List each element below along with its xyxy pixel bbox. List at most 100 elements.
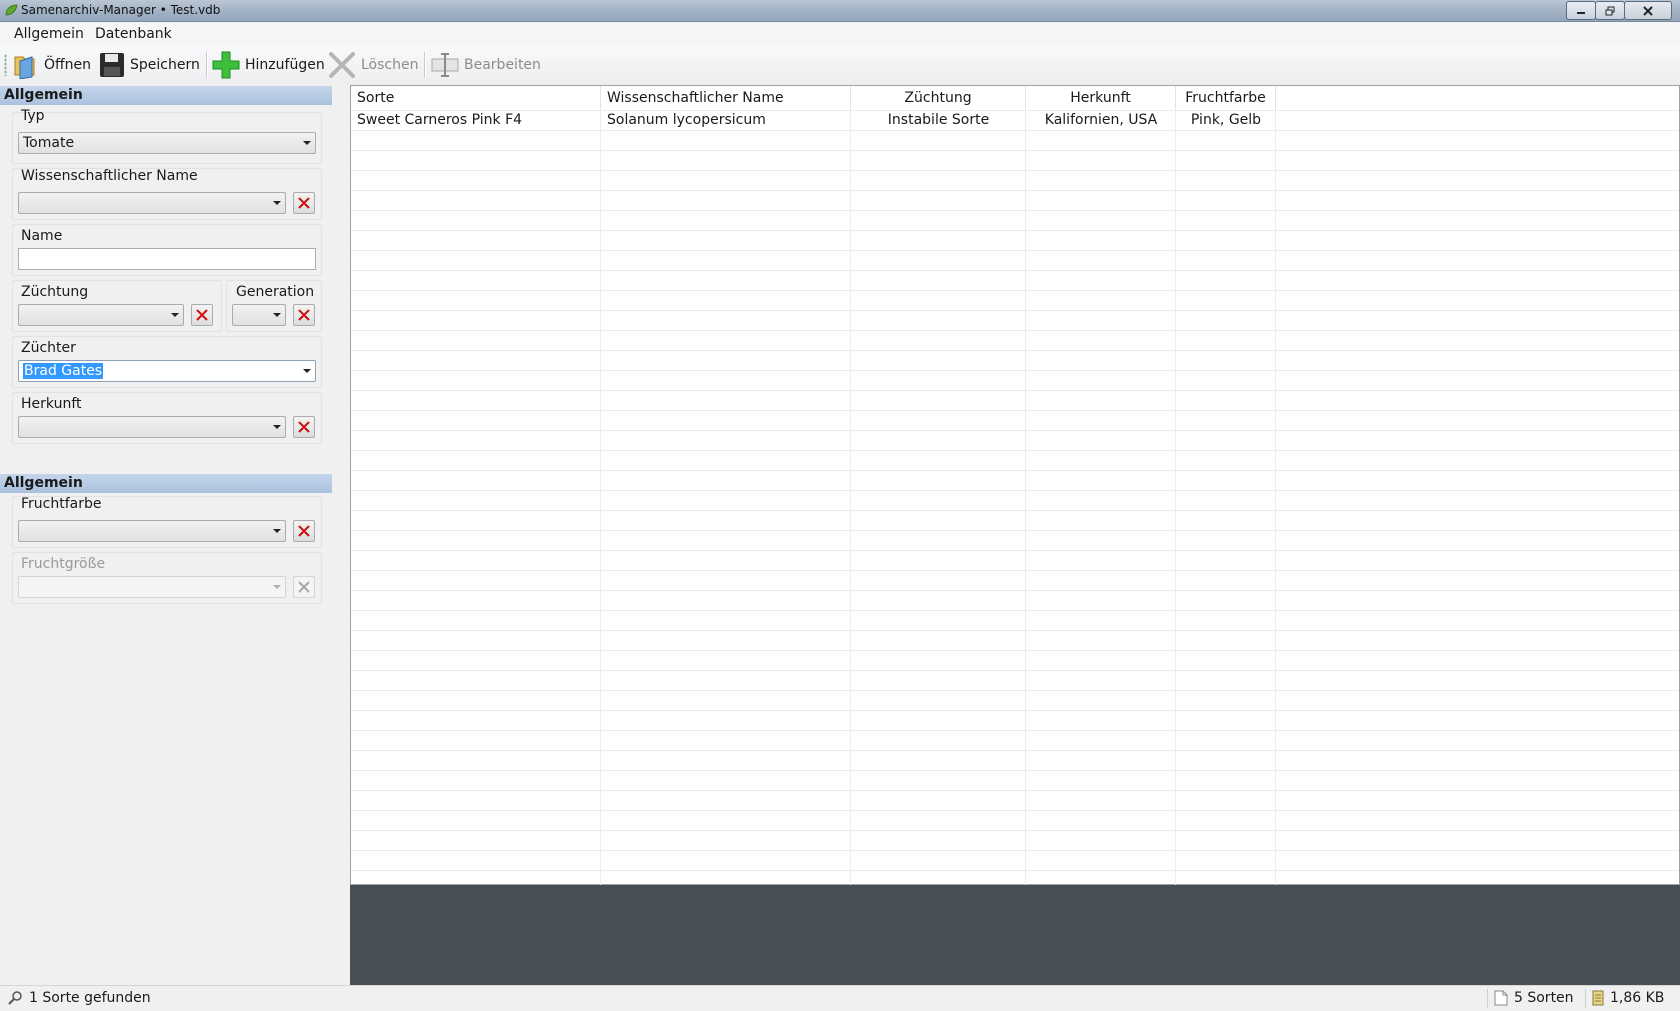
status-bar: 1 Sorte gefunden 5 Sorten 1,86 KB [0, 985, 1680, 1011]
minimize-icon [1577, 11, 1585, 14]
cell-zuechtung: Instabile Sorte [887, 112, 990, 128]
fruchtfarbe-dropdown[interactable] [18, 520, 286, 542]
status-separator [1487, 989, 1488, 1008]
window-title: Samenarchiv-Manager • Test.vdb [21, 3, 221, 17]
add-label: Hinzufügen [245, 57, 325, 73]
search-icon [8, 991, 22, 1005]
edit-label: Bearbeiten [464, 57, 541, 73]
status-found-text: 1 Sorte gefunden [29, 990, 151, 1006]
delete-label: Löschen [361, 57, 419, 73]
column-header-wiss-name[interactable]: Wissenschaftlicher Name [601, 86, 851, 110]
menu-allgemein[interactable]: Allgemein [14, 26, 84, 42]
clear-x-icon [298, 309, 310, 321]
column-divider [600, 110, 601, 908]
section-header-allgemein: Allgemein [0, 86, 332, 105]
delete-x-icon [329, 52, 355, 78]
chevron-down-icon [273, 201, 281, 205]
herkunft-label: Herkunft [21, 396, 82, 412]
column-header-zuechtung[interactable]: Züchtung [851, 86, 1026, 110]
fruchtgroesse-clear-button[interactable] [293, 576, 315, 598]
close-icon [1643, 5, 1653, 16]
toolbar-separator [424, 52, 426, 78]
clear-x-icon [196, 309, 208, 321]
herkunft-clear-button[interactable] [293, 416, 315, 438]
status-found: 1 Sorte gefunden [7, 990, 151, 1006]
edit-button[interactable]: Bearbeiten [430, 50, 541, 80]
table-row[interactable]: Sweet Carneros Pink F4 Solanum lycopersi… [351, 110, 1679, 130]
herkunft-dropdown[interactable] [18, 416, 286, 438]
close-button[interactable] [1624, 1, 1672, 20]
chevron-down-icon [273, 529, 281, 533]
column-divider [1175, 110, 1176, 908]
filter-panel: Allgemein Typ Tomate Wissenschaftlicher … [0, 84, 349, 985]
toolbar-grip[interactable] [4, 54, 7, 76]
column-header-sorte[interactable]: Sorte [351, 86, 601, 110]
chevron-down-icon [273, 313, 281, 317]
chevron-down-icon [273, 425, 281, 429]
status-separator [1585, 989, 1586, 1008]
clear-x-icon [298, 197, 310, 209]
fruchtfarbe-clear-button[interactable] [293, 520, 315, 542]
wiss-name-dropdown[interactable] [18, 192, 286, 214]
clear-x-icon [298, 525, 310, 537]
generation-dropdown[interactable] [232, 304, 286, 326]
zuechter-value[interactable]: Brad Gates [23, 363, 104, 379]
save-button[interactable]: Speichern [98, 50, 200, 80]
menu-bar: Allgemein Datenbank [0, 22, 1680, 46]
zuechtung-dropdown[interactable] [18, 304, 184, 326]
document-icon [1494, 990, 1508, 1006]
plus-icon [212, 51, 240, 79]
database-file-icon [1592, 990, 1604, 1006]
cell-herkunft: Kalifornien, USA [1044, 112, 1158, 128]
save-label: Speichern [130, 57, 200, 73]
clear-x-icon [298, 421, 310, 433]
chevron-down-icon [171, 313, 179, 317]
generation-label: Generation [236, 284, 315, 300]
typ-dropdown[interactable]: Tomate [18, 132, 316, 154]
detail-panel [350, 885, 1680, 985]
wiss-name-clear-button[interactable] [293, 192, 315, 214]
status-size: 1,86 KB [1592, 990, 1664, 1006]
column-header-herkunft[interactable]: Herkunft [1026, 86, 1176, 110]
toolbar: Öffnen Speichern Hinzufügen Löschen Bear… [0, 46, 1680, 84]
cell-fruchtfarbe: Pink, Gelb [1190, 112, 1262, 128]
zuechtung-label: Züchtung [21, 284, 89, 300]
name-label: Name [21, 228, 63, 244]
open-button[interactable]: Öffnen [12, 50, 91, 80]
column-divider [1025, 110, 1026, 908]
minimize-button[interactable] [1566, 1, 1596, 20]
column-divider [1275, 110, 1276, 908]
table-body: Sweet Carneros Pink F4 Solanum lycopersi… [351, 110, 1679, 908]
status-count: 5 Sorten [1494, 990, 1574, 1006]
typ-label: Typ [21, 108, 45, 124]
chevron-down-icon [303, 141, 311, 145]
zuechtung-clear-button[interactable] [191, 304, 213, 326]
typ-value: Tomate [23, 135, 75, 151]
zuechter-dropdown[interactable]: Brad Gates [18, 360, 316, 382]
chevron-down-icon [303, 369, 311, 373]
window-controls [1566, 1, 1672, 20]
clear-x-icon [298, 581, 310, 593]
zuechter-label: Züchter [21, 340, 76, 356]
fruchtgroesse-dropdown[interactable] [18, 576, 286, 598]
fruchtfarbe-label: Fruchtfarbe [21, 496, 102, 512]
menu-datenbank[interactable]: Datenbank [95, 26, 172, 42]
floppy-disk-icon [100, 53, 124, 77]
delete-button[interactable]: Löschen [327, 50, 418, 80]
status-count-text: 5 Sorten [1514, 990, 1574, 1006]
results-table: Sorte Wissenschaftlicher Name Züchtung H… [350, 85, 1680, 908]
column-header-fruchtfarbe[interactable]: Fruchtfarbe [1176, 86, 1276, 110]
open-label: Öffnen [44, 57, 92, 73]
add-button[interactable]: Hinzufügen [211, 50, 325, 80]
title-bar: Samenarchiv-Manager • Test.vdb [0, 0, 1680, 22]
wiss-name-label: Wissenschaftlicher Name [21, 168, 198, 184]
toolbar-separator [206, 52, 208, 78]
generation-clear-button[interactable] [293, 304, 315, 326]
column-divider [850, 110, 851, 908]
table-header: Sorte Wissenschaftlicher Name Züchtung H… [351, 86, 1679, 111]
app-leaf-icon [5, 4, 18, 16]
chevron-down-icon [273, 585, 281, 589]
restore-button[interactable] [1595, 1, 1625, 20]
name-input[interactable] [18, 248, 316, 270]
section-header-allgemein-2: Allgemein [0, 474, 332, 493]
